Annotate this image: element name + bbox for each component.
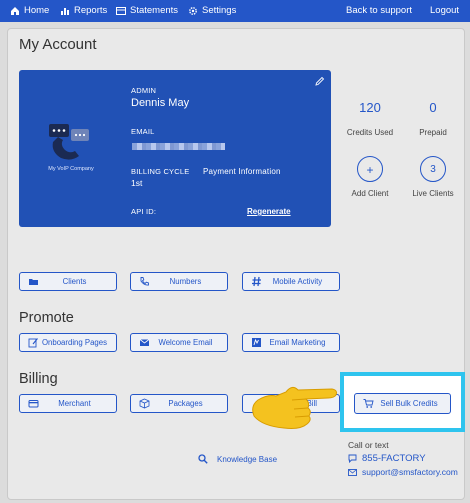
pencil-icon[interactable]	[315, 76, 325, 86]
company-logo: My VoIP Company	[41, 120, 101, 176]
nav-home[interactable]: Home	[10, 0, 49, 22]
credit-card-icon	[28, 400, 39, 408]
add-client-label: Add Client	[351, 189, 389, 198]
folder-icon	[29, 279, 38, 285]
envelope-icon	[139, 339, 150, 346]
cart-icon	[363, 399, 374, 408]
knowledge-base-link[interactable]: Knowledge Base	[198, 454, 277, 464]
nav-statements[interactable]: Statements	[116, 0, 178, 22]
logout-label: Logout	[430, 5, 460, 16]
page-title: My Account	[19, 36, 97, 53]
support-email: support@smsfactory.com	[362, 467, 458, 477]
hashtag-icon	[252, 276, 261, 287]
sell-bulk-credits-button[interactable]: Sell Bulk Credits	[354, 393, 451, 414]
nav-reports[interactable]: Reports	[60, 0, 107, 22]
gear-icon	[189, 7, 197, 15]
nav-settings-label: Settings	[202, 5, 237, 16]
knowledge-base-label: Knowledge Base	[217, 454, 278, 464]
mobile-activity-label: Mobile Activity	[272, 277, 323, 286]
role-label: ADMIN	[131, 86, 157, 95]
nav-settings[interactable]: Settings	[188, 0, 236, 22]
onboarding-pages-label: Onboarding Pages	[41, 338, 108, 347]
account-name: Dennis May	[131, 97, 190, 109]
phone-number: 855-FACTORY	[362, 453, 426, 464]
nav-logout[interactable]: Logout	[430, 0, 459, 22]
email-marketing-button[interactable]: Email Marketing	[242, 333, 340, 352]
payment-information-link[interactable]: Payment Information	[203, 167, 281, 176]
merchant-button[interactable]: Merchant	[19, 394, 117, 413]
api-id-label: API ID:	[131, 207, 157, 216]
numbers-button[interactable]: Numbers	[130, 272, 228, 291]
live-clients-label: Live Clients	[412, 189, 454, 198]
regenerate-link[interactable]: Regenerate	[247, 207, 291, 216]
chat-bubble-icon	[348, 454, 357, 463]
onboarding-pages-button[interactable]: Onboarding Pages	[19, 333, 117, 352]
account-card: My VoIP Company ADMIN Dennis May EMAIL B…	[19, 70, 331, 227]
clients-label: Clients	[62, 277, 87, 286]
contact-block: Call or text 855-FACTORY support@smsfact…	[348, 440, 458, 477]
edit-page-icon	[28, 338, 38, 348]
nav-home-label: Home	[24, 5, 50, 16]
call-or-text-label: Call or text	[348, 440, 389, 450]
promote-section-title: Promote	[19, 310, 74, 326]
envelope-icon	[348, 468, 357, 476]
live-clients-button[interactable]: 3	[420, 156, 446, 182]
prepaid-label: Prepaid	[419, 128, 447, 137]
welcome-email-label: Welcome Email	[158, 338, 213, 347]
box-icon	[139, 398, 150, 409]
billing-cycle-value: 1st	[131, 178, 143, 188]
welcome-email-button[interactable]: Welcome Email	[130, 333, 228, 352]
mobile-activity-button[interactable]: Mobile Activity	[242, 272, 340, 291]
packages-label: Packages	[168, 399, 203, 408]
add-client-button[interactable]: +	[357, 156, 383, 182]
sell-bulk-credits-label: Sell Bulk Credits	[380, 399, 438, 408]
prepaid-value: 0	[429, 100, 437, 115]
logo-text: My VoIP Company	[48, 166, 94, 172]
merchant-label: Merchant	[58, 399, 91, 408]
billing-section-title: Billing	[19, 371, 58, 387]
bar-chart-icon	[61, 8, 69, 15]
email-label: EMAIL	[131, 127, 155, 136]
pointing-hand-icon	[252, 386, 337, 429]
email-row[interactable]: support@smsfactory.com	[348, 467, 458, 477]
email-marketing-label: Email Marketing	[269, 338, 326, 347]
billing-cycle-label: BILLING CYCLE	[131, 167, 190, 176]
back-to-support-label: Back to support	[346, 5, 413, 16]
packages-button[interactable]: Packages	[130, 394, 228, 413]
home-icon	[11, 7, 19, 15]
statement-icon	[116, 7, 126, 15]
top-nav-bar: Home Reports Statements Settings Back to…	[0, 0, 470, 22]
credits-used-value: 120	[359, 100, 381, 115]
numbers-label: Numbers	[169, 277, 202, 286]
nav-back-to-support[interactable]: Back to support	[346, 0, 412, 22]
search-icon	[198, 454, 208, 464]
clients-button[interactable]: Clients	[19, 272, 117, 291]
nav-reports-label: Reports	[74, 5, 108, 16]
phone-row[interactable]: 855-FACTORY	[348, 453, 458, 464]
newsletter-icon	[252, 338, 261, 347]
nav-statements-label: Statements	[130, 5, 179, 16]
phone-icon	[140, 277, 149, 286]
redacted-email	[132, 143, 225, 150]
credits-used-label: Credits Used	[346, 128, 394, 137]
